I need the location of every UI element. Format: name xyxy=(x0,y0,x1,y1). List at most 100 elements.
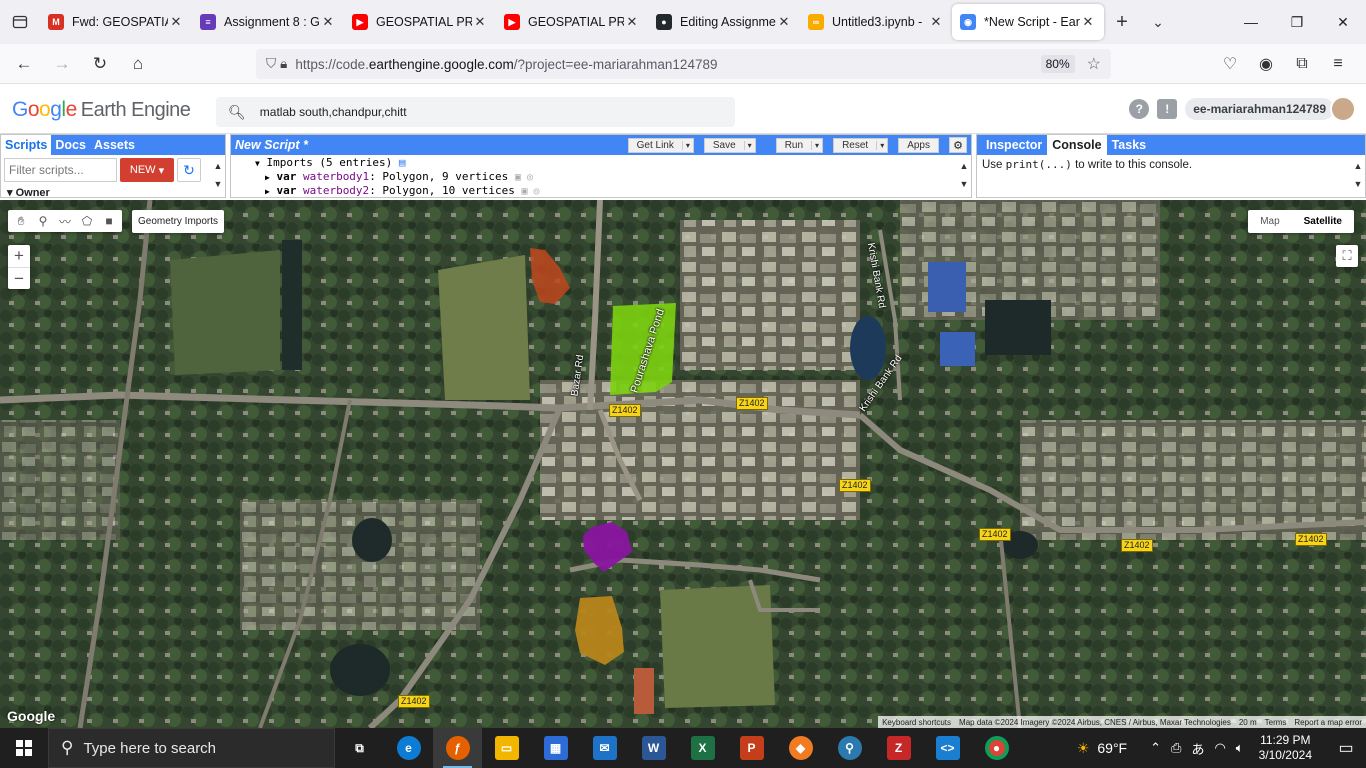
reload-icon[interactable]: ↻ xyxy=(82,48,118,80)
menu-icon[interactable]: ≡ xyxy=(1320,55,1356,73)
imports-block[interactable]: ▼ Imports (5 entries) ▤ ▶ var waterbody1… xyxy=(253,156,540,198)
back-icon[interactable]: ← xyxy=(6,48,42,80)
draw-line-icon[interactable]: 〰 xyxy=(54,213,76,230)
map-type-satellite-button[interactable]: Satellite xyxy=(1292,210,1354,233)
excel-icon[interactable]: X xyxy=(678,728,727,768)
scale-bar[interactable]: 20 m xyxy=(1235,718,1261,727)
meet-now-icon[interactable]: ⎙ xyxy=(1171,740,1181,756)
new-script-button[interactable]: NEW ▾ xyxy=(120,158,174,182)
keyboard-shortcuts-link[interactable]: Keyboard shortcuts xyxy=(878,718,955,727)
earth-engine-logo[interactable]: Google Earth Engine xyxy=(12,98,191,122)
run-button[interactable]: Run ▾ xyxy=(775,137,824,153)
browser-tab[interactable]: ◉ *New Script - Eart ✕ xyxy=(952,4,1104,40)
owner-folder[interactable]: ▾ Owner xyxy=(7,186,50,199)
powerpoint-icon[interactable]: P xyxy=(727,728,776,768)
map-type-map-button[interactable]: Map xyxy=(1248,210,1291,233)
scrollbar[interactable]: ▲ ▼ xyxy=(1353,157,1363,193)
terms-link[interactable]: Terms xyxy=(1261,718,1291,727)
tab-tasks[interactable]: Tasks xyxy=(1107,135,1152,155)
close-tab-icon[interactable]: ✕ xyxy=(624,14,640,30)
hand-pan-icon[interactable]: ✋︎ xyxy=(10,214,32,229)
browser-tab[interactable]: ▶ GEOSPATIAL PROC✕ xyxy=(344,4,496,40)
taskbar-search-box[interactable]: ⚲ Type here to search xyxy=(48,728,335,768)
apps-button[interactable]: Apps xyxy=(898,137,939,153)
tab-console[interactable]: Console xyxy=(1047,135,1107,155)
scrollbar[interactable]: ▲ ▼ xyxy=(959,157,969,193)
zoom-level[interactable]: 80% xyxy=(1040,55,1075,73)
script-title[interactable]: New Script * xyxy=(235,138,628,152)
firefox-icon[interactable]: ƒ xyxy=(433,728,482,768)
fullscreen-icon[interactable]: ⛶ xyxy=(1336,245,1358,267)
windows-start-icon[interactable] xyxy=(0,728,48,768)
tab-scripts[interactable]: Scripts xyxy=(1,135,52,155)
lock-icon[interactable]: 🔒︎ xyxy=(280,56,287,72)
weather-widget[interactable]: ☀ 69°F xyxy=(1077,740,1127,757)
tab-list-icon[interactable] xyxy=(0,0,40,44)
help-icon[interactable]: ? xyxy=(1129,99,1150,119)
browser-tab[interactable]: ▶ GEOSPATIAL PROC✕ xyxy=(496,4,648,40)
edge-icon[interactable]: e xyxy=(384,728,433,768)
forward-icon[interactable]: → xyxy=(44,48,80,80)
home-icon[interactable]: ⌂ xyxy=(120,48,156,80)
extensions-icon[interactable]: ⧉ xyxy=(1284,55,1320,73)
scrollbar[interactable]: ▲ ▼ xyxy=(213,157,223,193)
get-link-button[interactable]: Get Link ▾ xyxy=(627,137,694,153)
add-marker-icon[interactable]: ⚲ xyxy=(32,214,54,228)
save-button[interactable]: Save ▾ xyxy=(703,137,756,153)
tab-docs[interactable]: Docs xyxy=(51,135,90,155)
close-tab-icon[interactable]: ✕ xyxy=(168,14,184,30)
red-app-icon[interactable]: Z xyxy=(874,728,923,768)
filter-scripts-input[interactable]: Filter scripts... xyxy=(4,158,117,182)
file-explorer-icon[interactable]: ▭ xyxy=(482,728,531,768)
minimize-button[interactable]: — xyxy=(1228,0,1274,44)
mail-icon[interactable]: ✉ xyxy=(580,728,629,768)
url-text[interactable]: https://code.earthengine.google.com/?pro… xyxy=(295,57,1040,72)
reset-button[interactable]: Reset ▾ xyxy=(833,137,889,153)
zoom-in-button[interactable]: + xyxy=(8,245,30,267)
shield-icon[interactable]: ⛉ xyxy=(266,56,276,72)
restore-button[interactable]: ❐ xyxy=(1274,0,1320,44)
refresh-icon[interactable]: ↻ xyxy=(177,158,201,182)
clock[interactable]: 11:29 PM 3/10/2024 xyxy=(1259,733,1312,763)
list-all-tabs-chevron-icon[interactable]: ⌄ xyxy=(1140,4,1176,40)
draw-rectangle-icon[interactable]: ■ xyxy=(98,214,120,228)
pocket-icon[interactable]: ♡ xyxy=(1212,54,1248,74)
wifi-icon[interactable]: ◠ xyxy=(1214,740,1225,756)
task-view-icon[interactable]: ⧉ xyxy=(335,728,384,768)
account-icon[interactable]: ◉ xyxy=(1248,54,1284,74)
close-tab-icon[interactable]: ✕ xyxy=(320,14,336,30)
new-tab-button[interactable]: + xyxy=(1104,4,1140,40)
imports-doc-icon[interactable]: ▤ xyxy=(399,156,406,169)
magnifier-app-icon[interactable]: ⚲ xyxy=(825,728,874,768)
close-tab-icon[interactable]: ✕ xyxy=(472,14,488,30)
microsoft-store-icon[interactable]: ▦ xyxy=(531,728,580,768)
browser-tab[interactable]: ∞ Untitled3.ipynb - ✕ xyxy=(800,4,952,40)
close-tab-icon[interactable]: ✕ xyxy=(776,14,792,30)
close-tab-icon[interactable]: ✕ xyxy=(1080,14,1096,30)
url-bar[interactable]: ⛉ 🔒︎ https://code.earthengine.google.com… xyxy=(256,49,1111,79)
zoom-out-button[interactable]: − xyxy=(8,267,30,289)
tab-assets[interactable]: Assets xyxy=(90,135,139,155)
browser-tab[interactable]: ● Editing Assignme ✕ xyxy=(648,4,800,40)
gear-icon[interactable]: ⚙ xyxy=(949,137,967,153)
avatar[interactable] xyxy=(1330,96,1356,122)
input-language-icon[interactable]: あ xyxy=(1191,739,1204,758)
chevron-up-icon[interactable]: ⌃ xyxy=(1150,740,1161,756)
draw-polygon-icon[interactable]: ⬠ xyxy=(76,214,98,228)
browser-tab[interactable]: ≡ Assignment 8 : GE ✕ xyxy=(192,4,344,40)
notification-icon[interactable]: ▭ xyxy=(1326,738,1366,758)
report-map-error-link[interactable]: Report a map error xyxy=(1290,718,1366,727)
word-icon[interactable]: W xyxy=(629,728,678,768)
collapse-chevron-icon[interactable]: ▼ xyxy=(255,159,260,168)
brave-icon[interactable]: ◆ xyxy=(776,728,825,768)
bookmark-star-icon[interactable]: ☆ xyxy=(1087,54,1101,74)
chrome-icon[interactable]: ● xyxy=(972,728,1021,768)
map-canvas[interactable]: Z1402 Z1402 Z1402 Z1402 Z1402 Z1402 Z140… xyxy=(0,200,1366,728)
places-search-input[interactable]: 🔍︎ matlab south,chandpur,chitt xyxy=(216,97,735,127)
vscode-icon[interactable]: <> xyxy=(923,728,972,768)
project-selector[interactable]: ee-mariarahman124789 xyxy=(1185,98,1334,120)
geometry-imports-button[interactable]: Geometry Imports xyxy=(132,210,225,233)
tab-inspector[interactable]: Inspector xyxy=(981,135,1047,155)
close-tab-icon[interactable]: ✕ xyxy=(928,14,944,30)
feedback-icon[interactable]: ! xyxy=(1157,99,1178,119)
